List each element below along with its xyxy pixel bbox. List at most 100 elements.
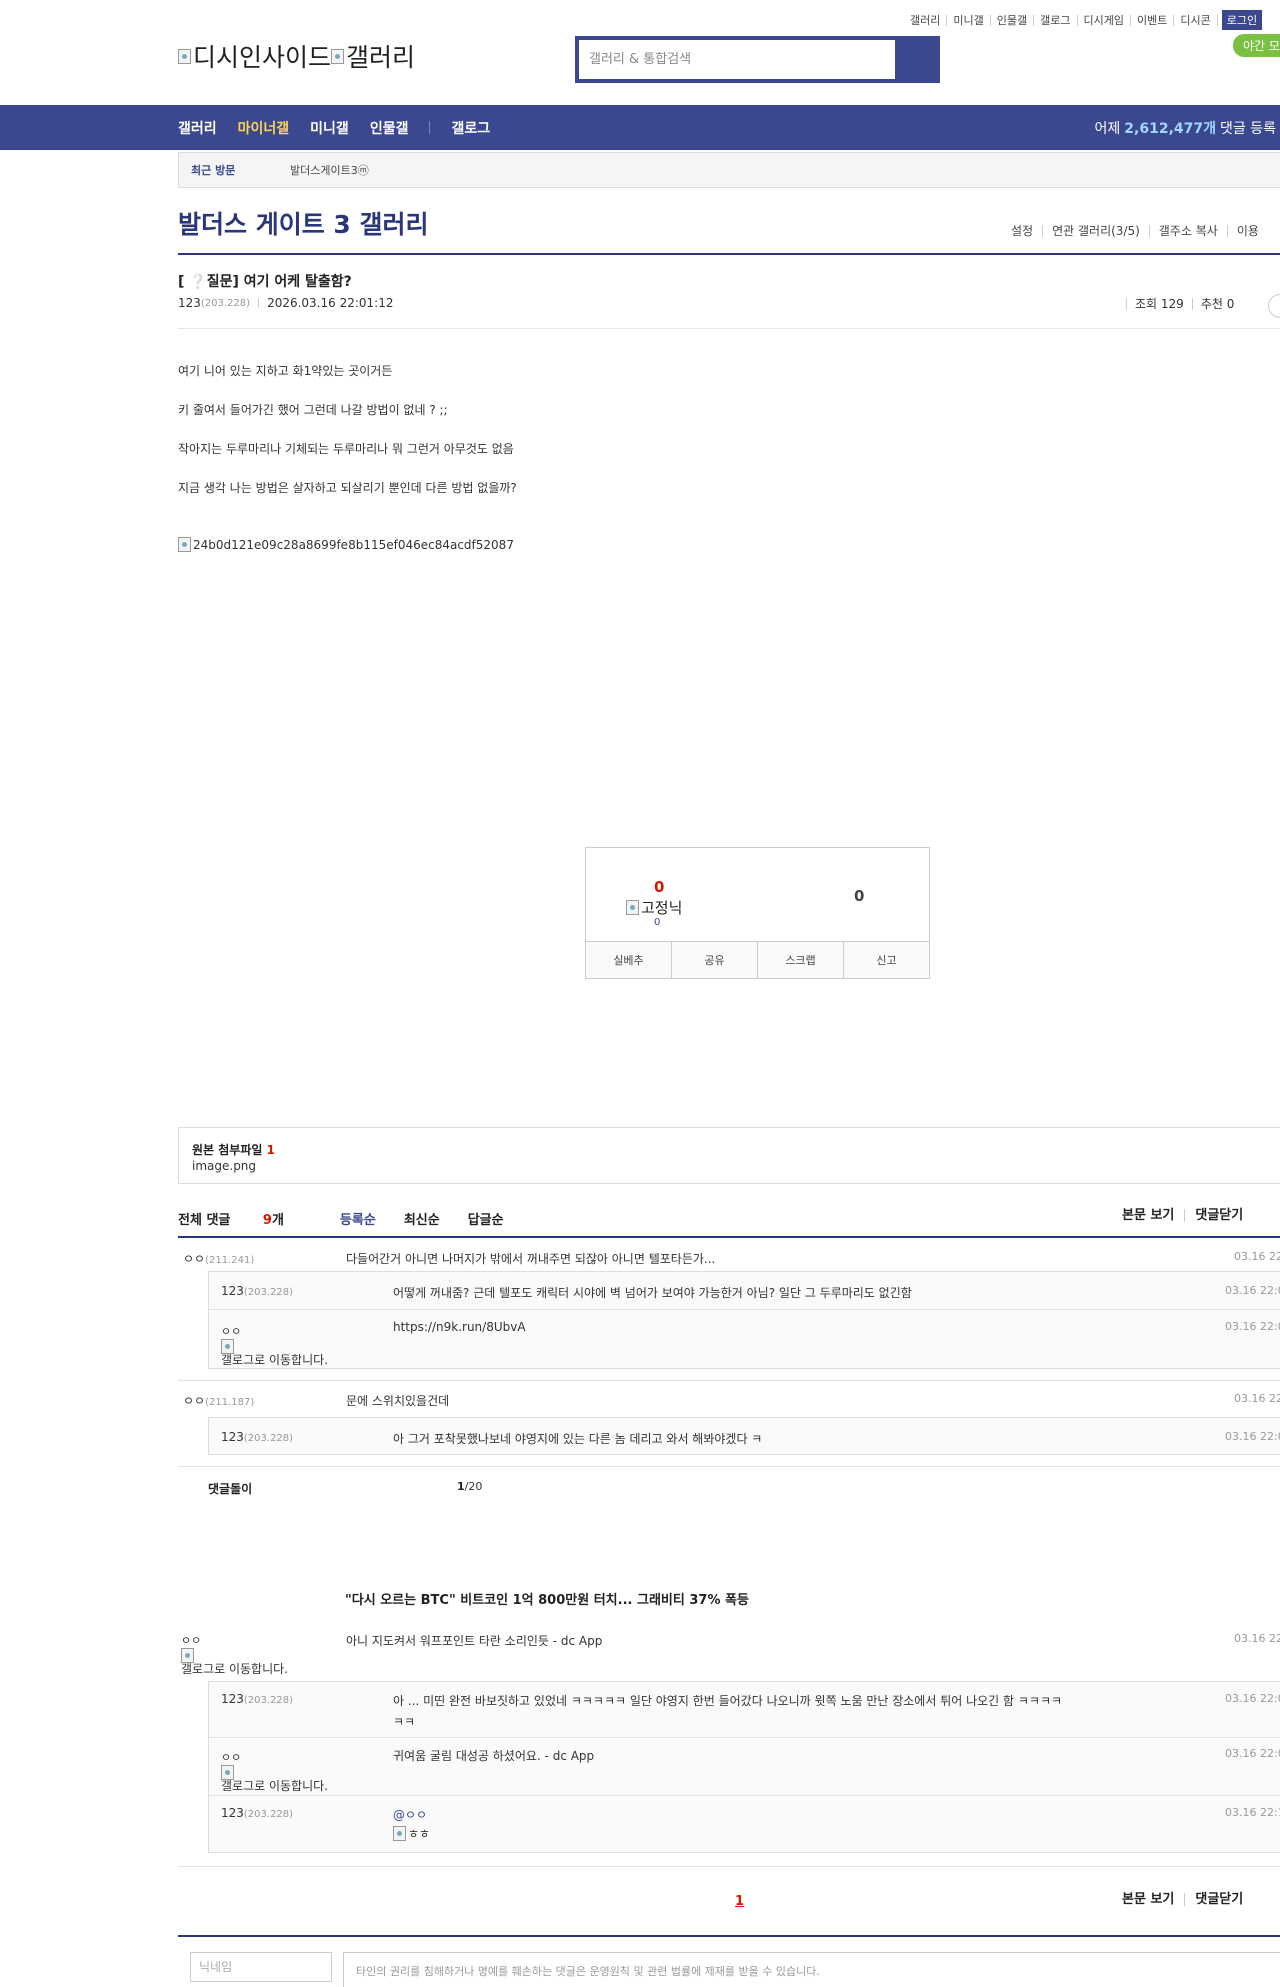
search-button[interactable] — [895, 36, 940, 83]
gallog-link[interactable]: 갤로그로 이동합니다. — [221, 1765, 341, 1793]
comment-textarea[interactable]: 타인의 권리를 침해하거나 명예를 훼손하는 댓글은 운영원칙 및 관련 법률에… — [343, 1952, 1280, 1987]
post-title: [ ❔질문] 여기 어케 탈출함? — [178, 274, 352, 290]
login-button[interactable]: 로그인 — [1221, 10, 1263, 30]
top-nav-dccon[interactable]: 디시콘 — [1174, 14, 1218, 26]
top-nav-gallog[interactable]: 갤로그 — [1034, 14, 1078, 26]
fixed-nick-image: 고정닉 — [626, 897, 682, 918]
share-button[interactable]: 공유 — [671, 942, 757, 978]
reply-text: @ㅇㅇ ㅎㅎ — [393, 1806, 430, 1842]
recent-gallery-link[interactable]: 발더스게이트3ⓜ — [290, 162, 369, 178]
usage-link[interactable]: 이용 — [1226, 225, 1268, 237]
sort-latest[interactable]: 최신순 — [404, 1209, 440, 1228]
scrap-button[interactable]: 스크랩 — [757, 942, 843, 978]
divider — [178, 1466, 1280, 1467]
nick-ip: (203.228) — [243, 1809, 294, 1820]
nav-gallog[interactable]: 갤로그 — [451, 118, 490, 138]
reply-date: 03.16 22:0 — [1225, 1284, 1280, 1297]
logo-alt-dcinside: 디시인사이드 — [193, 43, 332, 72]
comment-options: 본문 보기 댓글닫기 — [1122, 1209, 1253, 1222]
top-nav-person[interactable]: 인물갤 — [991, 14, 1035, 26]
reply-nick[interactable]: 123(203.228) — [221, 1284, 293, 1298]
post-views: 조회 129 — [1126, 298, 1192, 310]
reply-date: 03.16 22:0 — [1225, 1430, 1280, 1443]
attachment-file-link[interactable]: image.png — [192, 1159, 256, 1173]
best-recommend-button[interactable]: 실베추 — [586, 942, 671, 978]
news-headline-link[interactable]: "다시 오르는 BTC" 비트코인 1억 800만원 터치... 그래비티 37… — [345, 1589, 749, 1608]
post-paragraph: 키 줄여서 들어가긴 했어 그런데 나갈 방법이 없네 ? ;; — [178, 403, 448, 417]
attachment-count: 1 — [266, 1143, 275, 1157]
sort-replies[interactable]: 답글순 — [468, 1209, 504, 1228]
reply-text: 어떻게 꺼내줌? 근데 텔포도 캐릭터 시야에 벽 넘어가 보여야 가능한거 아… — [393, 1286, 912, 1300]
bot-page-current[interactable]: 1 — [457, 1480, 465, 1493]
comment-total: 전체 댓글 9개 — [178, 1209, 312, 1228]
gallery-settings-link[interactable]: 설정 — [1002, 225, 1042, 237]
reply-image[interactable]: ㅎㅎ — [393, 1825, 430, 1842]
comment-nick[interactable]: ㅇㅇ 갤로그로 이동합니다. — [181, 1632, 301, 1676]
close-comments-button[interactable]: 댓글닫기 — [1184, 1893, 1253, 1906]
post-author[interactable]: 123 — [178, 296, 201, 310]
comment-nick[interactable]: ㅇㅇ(211.187) — [183, 1392, 254, 1409]
reply-nick[interactable]: ㅇㅇ 갤로그로 이동합니다. — [221, 1323, 341, 1367]
reply-text: 아 그거 포착못했나보네 야영지에 있는 다른 놈 데리고 와서 해봐야겠다 ㅋ — [393, 1432, 763, 1446]
more-circle-button[interactable] — [1268, 294, 1280, 318]
top-nav: 갤러리 미니갤 인물갤 갤로그 디시게임 이벤트 디시콘 로그인 — [904, 10, 1263, 30]
reply-date: 03.16 22:0 — [1225, 1747, 1280, 1760]
comment-nick[interactable]: ㅇㅇ(211.241) — [183, 1250, 254, 1267]
nickname-input[interactable] — [190, 1952, 332, 1982]
reply-image-alt: ㅎㅎ — [408, 1827, 431, 1841]
downvote-count[interactable]: 0 — [854, 887, 864, 905]
nick-text: ㅇㅇ — [221, 1751, 242, 1764]
broken-image-icon — [178, 48, 191, 64]
nick-text: 123 — [221, 1430, 244, 1444]
post-image[interactable]: 24b0d121e09c28a8699fe8b115ef046ec84acdf5… — [178, 537, 514, 552]
night-mode-button[interactable]: 야간 모드 — [1233, 34, 1280, 57]
reply-text-line: ㅋㅋ — [393, 1715, 416, 1729]
reply-nick[interactable]: ㅇㅇ 갤로그로 이동합니다. — [221, 1749, 341, 1793]
divider — [178, 253, 1280, 255]
top-nav-game[interactable]: 디시게임 — [1078, 14, 1131, 26]
reply-nick[interactable]: 123(203.228) — [221, 1806, 293, 1820]
top-nav-event[interactable]: 이벤트 — [1131, 14, 1175, 26]
top-nav-gallery[interactable]: 갤러리 — [904, 14, 948, 26]
nav-gallery[interactable]: 갤러리 — [178, 118, 217, 138]
gallery-title[interactable]: 발더스 게이트 3 갤러리 — [178, 205, 429, 241]
reply-box: 123(203.228) 어떻게 꺼내줌? 근데 텔포도 캐릭터 시야에 벽 넘… — [208, 1271, 1280, 1369]
attachment-box: 원본 첨부파일 1 image.png — [178, 1127, 1280, 1184]
reply-text-line: 아 ... 미띤 완전 바보짓하고 있었네 ㅋㅋㅋㅋㅋ 일단 야영지 한번 들어… — [393, 1694, 1063, 1708]
copy-address-link[interactable]: 갤주소 복사 — [1148, 225, 1227, 237]
report-button[interactable]: 신고 — [843, 942, 929, 978]
reply-mention[interactable]: @ㅇㅇ — [393, 1806, 430, 1823]
site-logo[interactable]: 디시인사이드 갤러리 — [178, 38, 415, 74]
reply-text[interactable]: https://n9k.run/8UbvA — [393, 1320, 526, 1334]
related-gallery-link[interactable]: 연관 갤러리(3/5) — [1042, 225, 1149, 237]
top-nav-mini[interactable]: 미니갤 — [947, 14, 991, 26]
reply-date: 03.16 22:1 — [1225, 1806, 1280, 1819]
stat-suffix: 댓글 등록 — [1220, 120, 1276, 137]
nav-minor-gallery[interactable]: 마이너갤 — [238, 118, 290, 138]
nick-text: 123 — [221, 1284, 244, 1298]
broken-image-icon — [331, 48, 345, 64]
sort-registered[interactable]: 등록순 — [340, 1209, 376, 1228]
nav-mini-gallery[interactable]: 미니갤 — [310, 118, 349, 138]
close-comments-button[interactable]: 댓글닫기 — [1184, 1209, 1253, 1222]
gallog-link[interactable]: 갤로그로 이동합니다. — [221, 1339, 341, 1367]
upvote-count[interactable]: 0 — [654, 878, 664, 896]
view-body-button[interactable]: 본문 보기 — [1122, 1893, 1184, 1906]
broken-image-icon — [181, 1648, 194, 1663]
reply-date: 03.16 22:0 — [1225, 1320, 1280, 1333]
broken-image-icon — [393, 1826, 406, 1841]
reply-nick[interactable]: 123(203.228) — [221, 1692, 293, 1706]
reply-text: 귀여움 굴림 대성공 하셨어요. - dc App — [393, 1749, 595, 1763]
broken-image-icon — [221, 1765, 234, 1780]
divider — [209, 1795, 1280, 1796]
fixed-nick-alt: 고정닉 — [641, 899, 683, 917]
comment-total-unit: 개 — [271, 1213, 284, 1228]
comment-page-current[interactable]: 1 — [735, 1894, 744, 1909]
search-input[interactable] — [575, 36, 895, 83]
divider — [258, 298, 260, 308]
nav-person-gallery[interactable]: 인물갤 — [370, 118, 409, 138]
logo-alt-gallery: 갤러리 — [346, 43, 416, 72]
view-body-button[interactable]: 본문 보기 — [1122, 1209, 1184, 1222]
reply-nick[interactable]: 123(203.228) — [221, 1430, 293, 1444]
gallog-link[interactable]: 갤로그로 이동합니다. — [181, 1648, 301, 1676]
